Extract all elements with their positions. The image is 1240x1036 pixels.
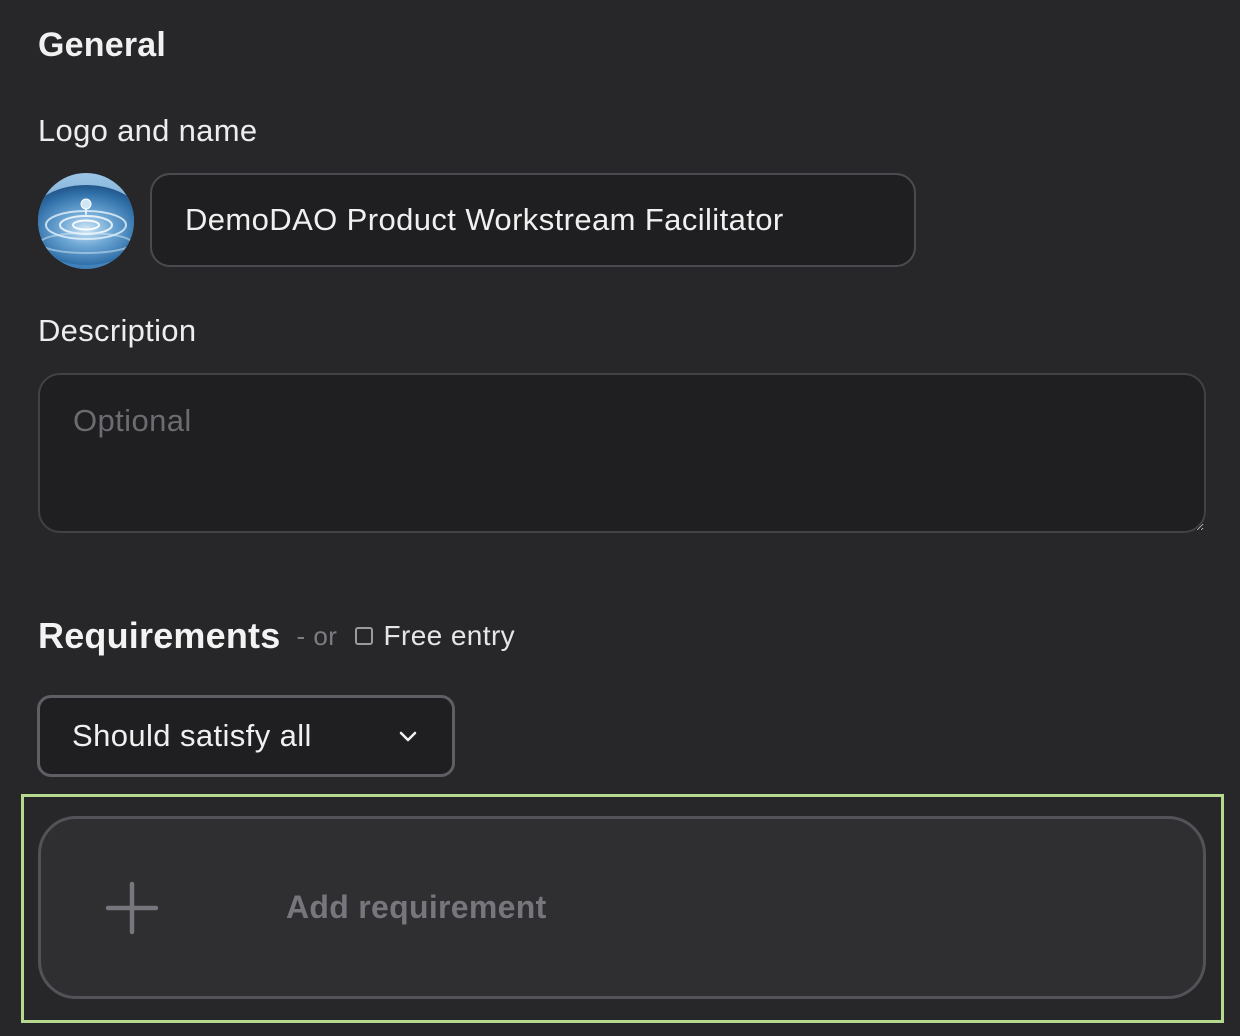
water-droplet-logo [38, 173, 134, 269]
requirements-header: Requirements - or Free entry [38, 608, 515, 664]
free-entry-label: Free entry [383, 620, 516, 651]
requirement-logic-value: Should satisfy all [72, 718, 312, 753]
free-entry-toggle[interactable]: Free entry [355, 620, 515, 652]
logo-and-name-label: Logo and name [38, 113, 258, 148]
add-requirement-button[interactable]: Add requirement [38, 816, 1206, 999]
form-page: General Logo and name DemoDAO Product Wo… [0, 0, 1240, 1036]
chevron-down-icon [399, 731, 417, 742]
description-textarea[interactable] [38, 373, 1206, 533]
description-label: Description [38, 313, 197, 348]
plus-icon [105, 881, 159, 934]
free-entry-checkbox[interactable] [355, 627, 374, 645]
or-separator: - or [296, 620, 338, 651]
logo-image[interactable] [38, 173, 134, 269]
name-input[interactable] [150, 173, 916, 267]
add-requirement-label: Add requirement [286, 889, 547, 925]
requirement-logic-select[interactable]: Should satisfy all [37, 695, 455, 777]
section-title-general: General [38, 26, 167, 64]
requirements-title: Requirements [38, 615, 281, 656]
